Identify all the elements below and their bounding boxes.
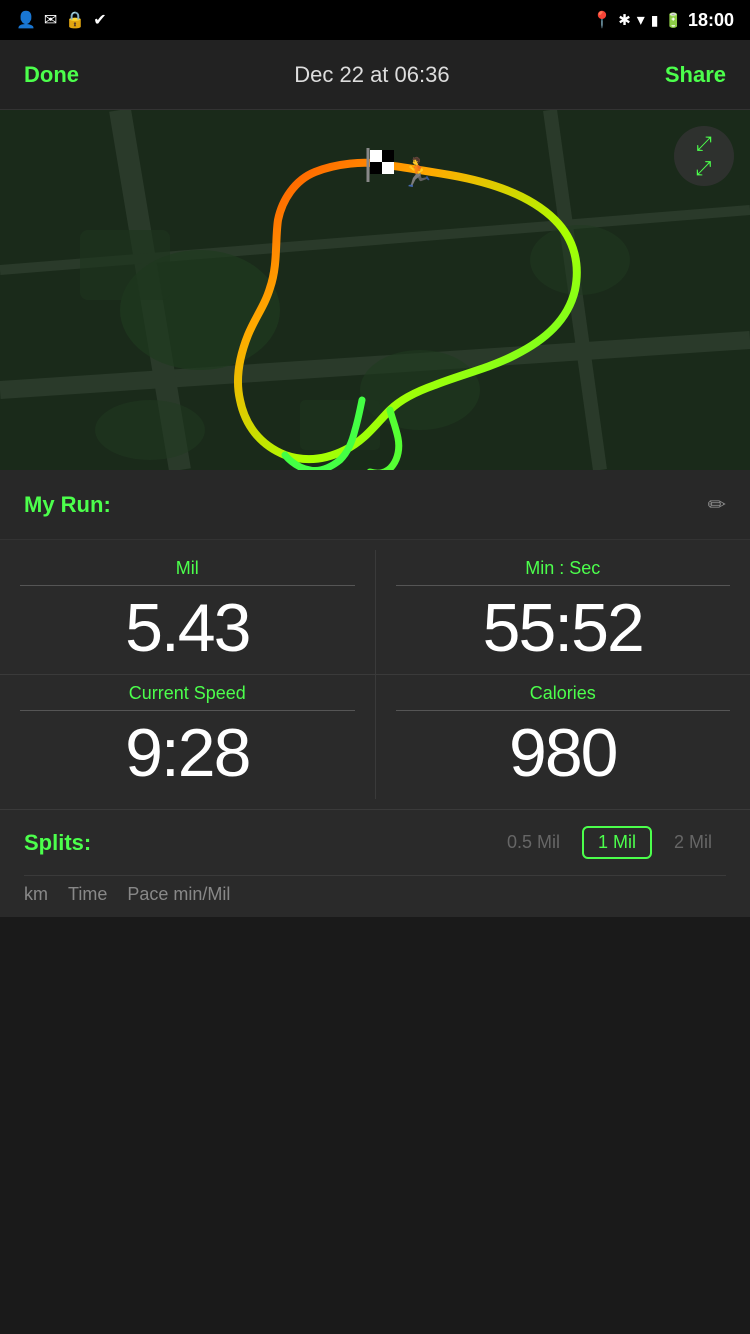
speed-label: Current Speed <box>129 683 246 704</box>
stats-section: Mil 5.43 Min : Sec 55:52 Current Speed 9… <box>0 540 750 809</box>
distance-divider <box>20 585 355 586</box>
time-divider <box>396 585 731 586</box>
stat-distance: Mil 5.43 <box>0 550 376 674</box>
signal-icon: ▮ <box>651 12 659 29</box>
share-button[interactable]: Share <box>665 62 726 88</box>
check-icon: ✔ <box>93 10 106 30</box>
time-label: Min : Sec <box>525 558 600 579</box>
split-btn-one-mil[interactable]: 1 Mil <box>582 826 652 859</box>
stats-row-bottom: Current Speed 9:28 Calories 980 <box>0 675 750 799</box>
status-icons-right: 📍 ✱ ▾ ▮ 🔋 18:00 <box>592 10 734 31</box>
stats-row-top: Mil 5.43 Min : Sec 55:52 <box>0 550 750 675</box>
distance-value: 5.43 <box>125 594 249 662</box>
splits-label: Splits: <box>24 830 91 856</box>
splits-col-time: Time <box>68 884 107 905</box>
status-icons-left: 👤 ✉ 🔒 ✔ <box>16 10 107 30</box>
splits-table-header: km Time Pace min/Mil <box>24 875 726 905</box>
battery-icon: 🔋 <box>665 12 682 29</box>
speed-value: 9:28 <box>125 719 249 787</box>
stat-time: Min : Sec 55:52 <box>376 550 750 674</box>
location-icon: 📍 <box>592 10 612 30</box>
header-title: Dec 22 at 06:36 <box>294 62 449 88</box>
done-button[interactable]: Done <box>24 62 79 88</box>
calories-value: 980 <box>509 719 616 787</box>
wifi-icon: ▾ <box>637 10 645 30</box>
my-run-label: My Run: <box>24 492 111 518</box>
expand-button[interactable]: ⤢ ⤢ <box>674 126 734 186</box>
status-time: 18:00 <box>688 10 734 31</box>
lock-icon: 🔒 <box>65 10 85 30</box>
splits-col-km: km <box>24 884 48 905</box>
calories-label: Calories <box>530 683 596 704</box>
person-icon: 👤 <box>16 10 36 30</box>
header: Done Dec 22 at 06:36 Share <box>0 40 750 110</box>
split-btn-two-mil[interactable]: 2 Mil <box>660 826 726 859</box>
splits-buttons: 0.5 Mil 1 Mil 2 Mil <box>493 826 726 859</box>
stat-speed: Current Speed 9:28 <box>0 675 376 799</box>
status-bar: 👤 ✉ 🔒 ✔ 📍 ✱ ▾ ▮ 🔋 18:00 <box>0 0 750 40</box>
edit-icon[interactable]: ✏ <box>708 492 726 518</box>
expand-arrows-top: ⤢ <box>696 134 712 154</box>
split-btn-half-mil[interactable]: 0.5 Mil <box>493 826 574 859</box>
splits-header: Splits: 0.5 Mil 1 Mil 2 Mil <box>24 826 726 859</box>
splits-col-pace: Pace min/Mil <box>127 884 230 905</box>
bluetooth-icon: ✱ <box>618 11 631 29</box>
calories-divider <box>396 710 731 711</box>
expand-arrows-bottom: ⤢ <box>696 158 712 178</box>
map-container: 🏃 ⤢ ⤢ <box>0 110 750 470</box>
my-run-section: My Run: ✏ <box>0 470 750 540</box>
svg-text:🏃: 🏃 <box>400 156 435 188</box>
time-value: 55:52 <box>483 594 643 662</box>
splits-section: Splits: 0.5 Mil 1 Mil 2 Mil km Time Pace… <box>0 809 750 917</box>
speed-divider <box>20 710 355 711</box>
email-icon: ✉ <box>44 10 57 30</box>
stat-calories: Calories 980 <box>376 675 750 799</box>
distance-label: Mil <box>176 558 199 579</box>
